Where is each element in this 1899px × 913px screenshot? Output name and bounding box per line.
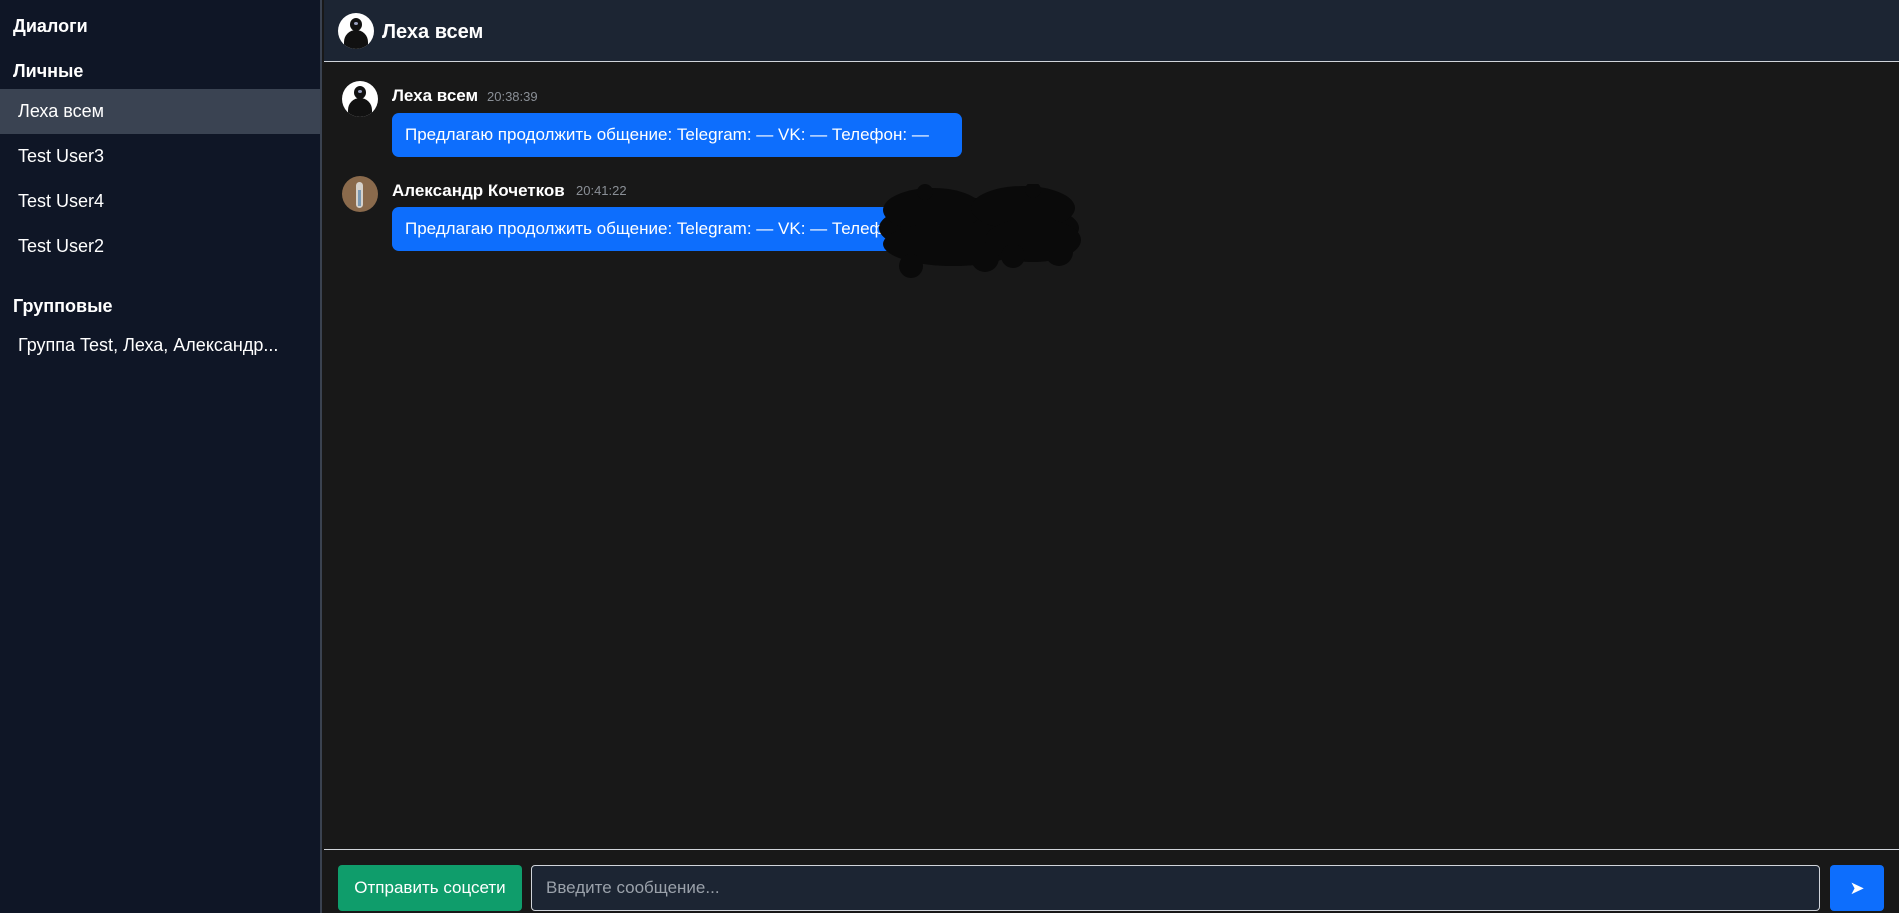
chat-title: Леха всем (382, 21, 484, 43)
dialog-item-label: Test User3 (18, 146, 105, 166)
sidebar-title: Диалоги (13, 16, 88, 36)
send-icon: ➤ (1849, 877, 1865, 899)
message-avatar (342, 81, 378, 117)
message-avatar (342, 176, 378, 212)
message-text: Предлагаю продолжить общение: Telegram: … (405, 125, 929, 144)
dialog-item-test-user3[interactable]: Test User3 (0, 134, 320, 179)
personal-section-label: Личные (13, 61, 84, 81)
dialog-item-test-user4[interactable]: Test User4 (0, 179, 320, 224)
send-button[interactable]: ➤ (1830, 865, 1884, 911)
dialog-item-test-user2[interactable]: Test User2 (0, 224, 320, 269)
message-input[interactable] (531, 865, 1820, 911)
redaction-scribble (879, 184, 1081, 278)
dialog-item-label: Test User2 (18, 236, 105, 256)
dialog-item-label: Test User4 (18, 191, 105, 211)
dialog-item-leha[interactable]: Леха всем (0, 89, 320, 134)
message-text: Предлагаю продолжить общение: Telegram: … (405, 219, 929, 238)
group-section-label: Групповые (13, 296, 113, 316)
dialog-item-group[interactable]: Группа Test, Леха, Александр... (0, 323, 320, 368)
header-avatar (338, 13, 374, 49)
message-author: Леха всем (392, 86, 479, 105)
dialogs-sidebar: Диалоги Личные Леха всем Test User3 Test… (0, 0, 322, 913)
message-bubble: Предлагаю продолжить общение: Telegram: … (392, 113, 962, 157)
message-author: Александр Кочетков (392, 181, 565, 200)
message-time: 20:38:39 (487, 89, 538, 104)
dialog-item-label: Леха всем (18, 101, 104, 121)
dialog-item-label: Группа Test, Леха, Александр... (18, 335, 279, 355)
chat-header (324, 0, 1899, 62)
message-time: 20:41:22 (576, 183, 627, 198)
send-socials-button[interactable]: Отправить соцсети (338, 865, 522, 911)
